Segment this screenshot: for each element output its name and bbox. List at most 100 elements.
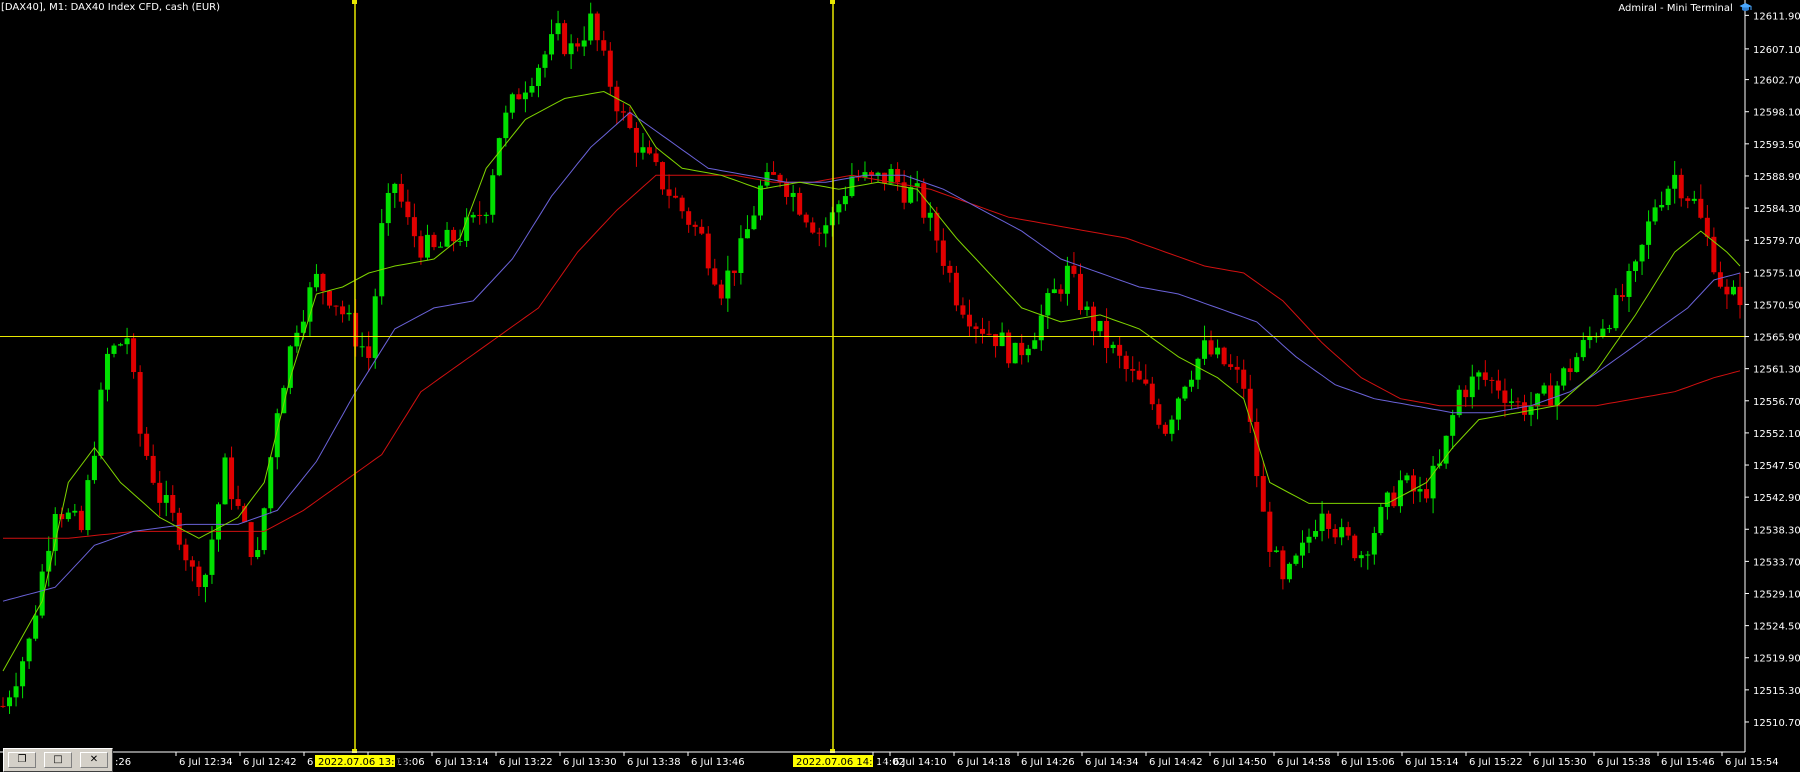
- candle-body: [1378, 506, 1384, 534]
- price-tick-label: 12565.90: [1753, 333, 1800, 344]
- candle-body: [1025, 348, 1031, 356]
- time-tick-label: 6 Jul 15:54: [1725, 757, 1779, 768]
- price-tick-label: 12547.50: [1753, 461, 1800, 472]
- crosshair-time-label: 2022.07.06 13:00: [318, 757, 407, 768]
- candle-body: [1208, 340, 1214, 355]
- candle-body: [340, 306, 346, 315]
- candle-body: [320, 273, 326, 291]
- candle-body: [568, 43, 574, 55]
- candle-body: [1600, 328, 1606, 337]
- price-tick-label: 12584.30: [1753, 204, 1800, 215]
- candle-body: [607, 50, 613, 87]
- candle-body: [1012, 342, 1018, 364]
- candle-body: [581, 40, 587, 47]
- maximize-window-button[interactable]: □: [44, 752, 72, 768]
- candle-body: [1613, 295, 1619, 329]
- candle-body: [679, 197, 685, 212]
- price-tick-label: 12524.50: [1753, 622, 1800, 633]
- candle-body: [0, 705, 6, 707]
- candle-body: [33, 615, 39, 639]
- candle-body: [1313, 531, 1319, 537]
- candle-body: [1704, 217, 1710, 237]
- candle-body: [738, 238, 744, 273]
- candle-body: [229, 457, 235, 500]
- candle-body: [346, 312, 352, 315]
- price-tick-label: 12510.70: [1753, 718, 1800, 729]
- candle-body: [640, 147, 646, 153]
- candle-body: [1508, 401, 1514, 403]
- candle-body: [1580, 340, 1586, 358]
- candle-body: [797, 192, 803, 215]
- terminal-title: Admiral - Mini Terminal: [1618, 3, 1733, 14]
- candle-body: [1619, 295, 1625, 297]
- candle-body: [751, 215, 757, 230]
- candle-body: [1117, 344, 1123, 356]
- close-window-button[interactable]: ✕: [80, 752, 108, 768]
- candle-body: [980, 328, 986, 334]
- time-tick-label: 6 Jul 15:06: [1341, 757, 1395, 768]
- candle-body: [1384, 492, 1390, 507]
- candle-body: [966, 314, 972, 327]
- candle-body: [1482, 372, 1488, 380]
- candle-body: [1326, 513, 1332, 529]
- candle-body: [947, 265, 953, 273]
- candle-body: [960, 305, 966, 315]
- price-tick-label: 12607.10: [1753, 45, 1800, 56]
- candle-body: [993, 334, 999, 347]
- candle-body: [503, 112, 509, 139]
- candle-body: [1450, 415, 1456, 436]
- minimized-window-bar[interactable]: ❐ □ ✕: [3, 748, 113, 772]
- restore-window-button[interactable]: ❐: [8, 752, 36, 768]
- price-tick-label: 12556.70: [1753, 397, 1800, 408]
- candle-body: [744, 229, 750, 239]
- price-chart[interactable]: 12611.90 12607.10 12602.70 12598.10 12593.50…: [0, 0, 1800, 772]
- candle-body: [1149, 383, 1155, 405]
- candle-body: [771, 172, 777, 175]
- candle-body: [986, 333, 992, 335]
- candle-body: [26, 638, 32, 662]
- candle-body: [1522, 402, 1528, 415]
- symbol-info: [DAX40], M1: DAX40 Index CFD, cash (EUR): [1, 2, 220, 13]
- candle-body: [999, 332, 1005, 347]
- candle-body: [1045, 293, 1051, 316]
- candle-body: [7, 697, 13, 707]
- candle-body: [842, 196, 848, 205]
- candle-body: [1286, 563, 1292, 580]
- candle-body: [85, 480, 91, 531]
- candle-body: [1424, 489, 1430, 499]
- candle-body: [542, 54, 548, 68]
- candle-body: [516, 94, 522, 100]
- candle-body: [1633, 261, 1639, 272]
- candle-body: [535, 67, 541, 87]
- time-tick-label: 6 Jul 13:14: [435, 757, 489, 768]
- price-tick-label: 12529.10: [1753, 590, 1800, 601]
- candle-body: [1077, 273, 1083, 311]
- candle-body: [438, 246, 444, 248]
- candle-body: [1548, 385, 1554, 406]
- candle-body: [1587, 336, 1593, 341]
- candle-body: [803, 214, 809, 223]
- candle-body: [620, 111, 626, 113]
- candle-body: [653, 153, 659, 163]
- candle-body: [1006, 332, 1012, 364]
- candle-body: [1515, 401, 1521, 403]
- candle-body: [1299, 542, 1305, 556]
- candle-body: [1626, 271, 1632, 297]
- candle-body: [170, 495, 176, 513]
- candle-body: [98, 389, 104, 456]
- price-tick-label: 12575.10: [1753, 268, 1800, 279]
- candle-body: [1352, 535, 1358, 559]
- candle-body: [457, 240, 463, 242]
- candle-body: [1254, 421, 1260, 477]
- candle-body: [1332, 528, 1338, 538]
- candle-body: [183, 544, 189, 561]
- candle-body: [1561, 368, 1567, 386]
- candle-body: [927, 212, 933, 218]
- time-tick-label: 6 Jul 14:58: [1277, 757, 1331, 768]
- candle-body: [1639, 244, 1645, 262]
- candle-body: [673, 195, 679, 198]
- time-tick-label: 6 Jul 15:30: [1533, 757, 1587, 768]
- candle-body: [1247, 388, 1253, 422]
- crosshair-handle: [352, 0, 357, 4]
- price-tick-label: 12593.50: [1753, 140, 1800, 151]
